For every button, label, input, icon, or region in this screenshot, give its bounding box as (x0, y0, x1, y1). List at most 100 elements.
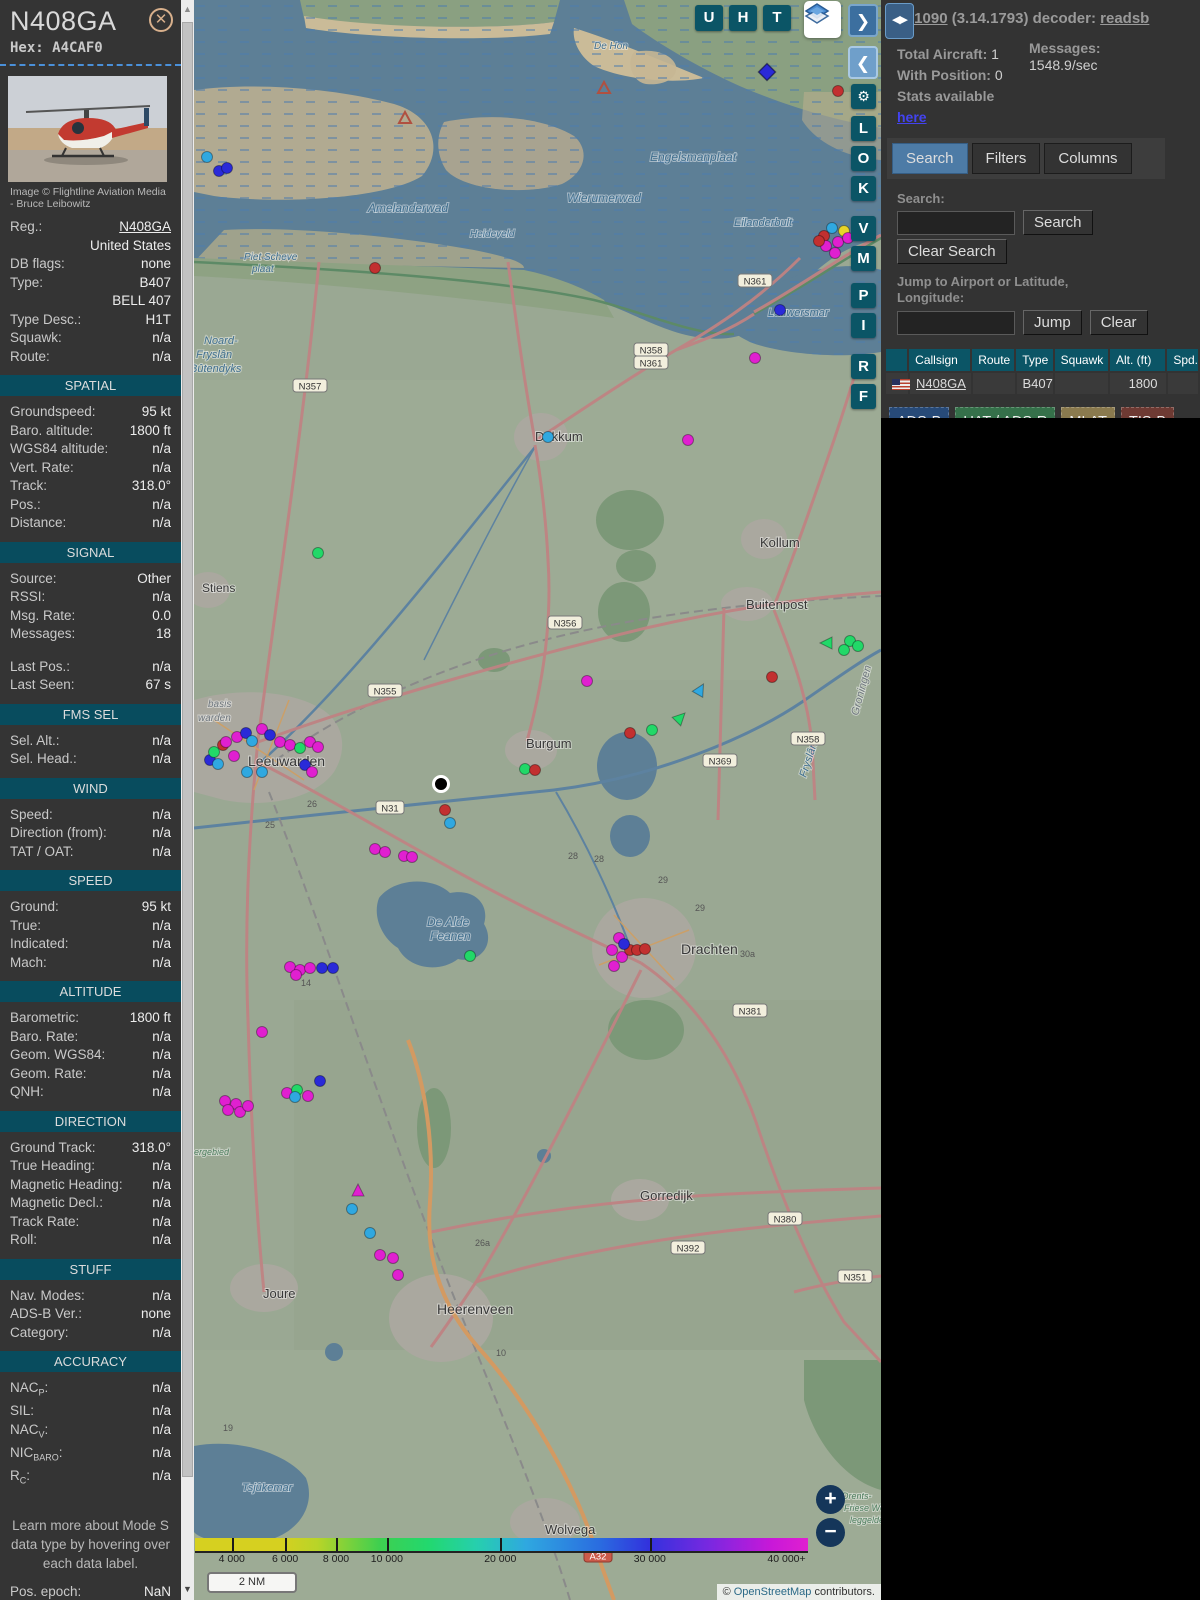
aircraft-marker[interactable] (608, 960, 620, 972)
settings-gear-button[interactable]: ⚙ (851, 84, 876, 109)
aircraft-marker[interactable] (464, 950, 476, 962)
zoom-out-button[interactable]: − (816, 1518, 845, 1547)
jump-button[interactable]: Jump (1023, 310, 1082, 335)
aircraft-marker[interactable] (766, 671, 778, 683)
map-button-f[interactable]: F (851, 384, 876, 409)
stats-here-link[interactable]: here (897, 109, 927, 125)
aircraft-marker[interactable] (220, 736, 232, 748)
aircraft-marker[interactable] (379, 846, 391, 858)
column-header-flag[interactable] (886, 349, 908, 371)
readsb-link[interactable]: readsb (1100, 10, 1149, 27)
aircraft-marker[interactable] (826, 222, 838, 234)
aircraft-marker[interactable] (241, 766, 253, 778)
column-header-Spd.[interactable]: Spd. (1167, 349, 1198, 371)
aircraft-marker[interactable] (832, 85, 844, 97)
aircraft-marker[interactable] (624, 727, 636, 739)
aircraft-marker[interactable] (639, 943, 651, 955)
aircraft-marker[interactable] (813, 235, 825, 247)
aircraft-marker[interactable] (369, 262, 381, 274)
map-button-p[interactable]: P (851, 283, 876, 308)
aircraft-marker[interactable] (364, 1227, 376, 1239)
aircraft-marker[interactable] (242, 1100, 254, 1112)
map[interactable]: Dokkum Kollum Buitenpost Burgum Leeuwarden Dr… (194, 0, 881, 1600)
search-input[interactable] (897, 210, 1015, 235)
map-button-k[interactable]: K (851, 176, 876, 201)
map-button-o[interactable]: O (851, 146, 876, 171)
aircraft-marker[interactable] (222, 1104, 234, 1116)
aircraft-marker[interactable] (274, 736, 286, 748)
scroll-up-icon[interactable]: ▲ (183, 4, 192, 14)
aircraft-marker[interactable] (304, 962, 316, 974)
column-header-Type[interactable]: Type (1016, 349, 1053, 371)
aircraft-marker[interactable] (369, 843, 381, 855)
aircraft-marker[interactable] (646, 724, 658, 736)
scroll-down-icon[interactable]: ▼ (183, 1584, 192, 1594)
zoom-in-button[interactable]: + (816, 1485, 845, 1514)
aircraft-marker[interactable] (832, 236, 844, 248)
aircraft-marker[interactable] (618, 938, 630, 950)
column-header-Alt. (ft)[interactable]: Alt. (ft) (1110, 349, 1166, 371)
aircraft-marker[interactable] (444, 817, 456, 829)
osm-link[interactable]: OpenStreetMap (734, 1586, 812, 1598)
tab-search[interactable]: Search (892, 143, 968, 174)
aircraft-marker[interactable] (327, 962, 339, 974)
aircraft-marker[interactable] (201, 151, 213, 163)
selected-aircraft-marker[interactable] (432, 775, 450, 793)
aircraft-marker[interactable] (284, 739, 296, 751)
map-button-r[interactable]: R (851, 354, 876, 379)
aircraft-marker[interactable] (302, 1090, 314, 1102)
aircraft-marker[interactable] (294, 742, 306, 754)
tab-filters[interactable]: Filters (971, 143, 1041, 174)
aircraft-marker[interactable] (290, 969, 302, 981)
aircraft-marker[interactable] (774, 304, 786, 316)
map-button-l[interactable]: L (851, 116, 876, 141)
aircraft-marker[interactable] (387, 1252, 399, 1264)
map-button-v[interactable]: V (851, 216, 876, 241)
registration-link[interactable]: N408GA (119, 219, 171, 234)
clear-search-button[interactable]: Clear Search (897, 239, 1007, 264)
aircraft-marker[interactable] (542, 431, 554, 443)
aircraft-marker[interactable] (406, 851, 418, 863)
map-button-u[interactable]: U (695, 5, 723, 31)
aircraft-marker[interactable] (392, 1269, 404, 1281)
aircraft-marker[interactable] (852, 640, 864, 652)
scrollbar-thumb[interactable] (182, 22, 193, 1477)
aircraft-marker[interactable] (374, 1249, 386, 1261)
aircraft-marker[interactable] (212, 758, 224, 770)
map-button-t[interactable]: T (763, 5, 791, 31)
aircraft-marker[interactable] (312, 547, 324, 559)
next-aircraft-button[interactable]: ❯ (848, 4, 878, 37)
jump-clear-button[interactable]: Clear (1089, 310, 1148, 335)
aircraft-marker[interactable] (519, 763, 531, 775)
column-header-Callsign[interactable]: Callsign (909, 349, 971, 371)
aircraft-marker[interactable] (289, 1091, 301, 1103)
jump-input[interactable] (897, 310, 1015, 335)
aircraft-marker[interactable] (208, 746, 220, 758)
panel-collapse-toggle[interactable]: ◀▶ (885, 3, 914, 39)
aircraft-marker[interactable] (256, 1026, 268, 1038)
aircraft-marker[interactable] (682, 434, 694, 446)
aircraft-marker[interactable] (829, 247, 841, 259)
sidebar-scrollbar[interactable]: ▲ ▼ (181, 0, 194, 1600)
aircraft-marker[interactable] (316, 962, 328, 974)
table-row[interactable]: N408GA B407 1800 (886, 373, 1200, 394)
aircraft-marker[interactable] (529, 764, 541, 776)
aircraft-marker[interactable] (346, 1203, 358, 1215)
aircraft-marker[interactable] (749, 352, 761, 364)
aircraft-marker[interactable] (256, 766, 268, 778)
aircraft-marker[interactable] (264, 729, 276, 741)
aircraft-marker[interactable] (581, 675, 593, 687)
aircraft-marker[interactable] (838, 644, 850, 656)
callsign-cell[interactable]: N408GA (910, 373, 971, 394)
prev-aircraft-button[interactable]: ❮ (848, 46, 878, 79)
aircraft-marker[interactable] (606, 944, 618, 956)
map-button-i[interactable]: I (851, 313, 876, 338)
tab-columns[interactable]: Columns (1044, 143, 1132, 174)
aircraft-marker[interactable] (221, 162, 233, 174)
close-icon[interactable]: ✕ (149, 8, 173, 32)
column-header-Squawk[interactable]: Squawk (1054, 349, 1108, 371)
map-canvas[interactable]: DokkumKollumBuitenpostBurgumLeeuwardenDr… (194, 0, 881, 1600)
aircraft-marker[interactable] (314, 1075, 326, 1087)
aircraft-marker[interactable] (306, 766, 318, 778)
layers-button[interactable] (804, 1, 841, 38)
